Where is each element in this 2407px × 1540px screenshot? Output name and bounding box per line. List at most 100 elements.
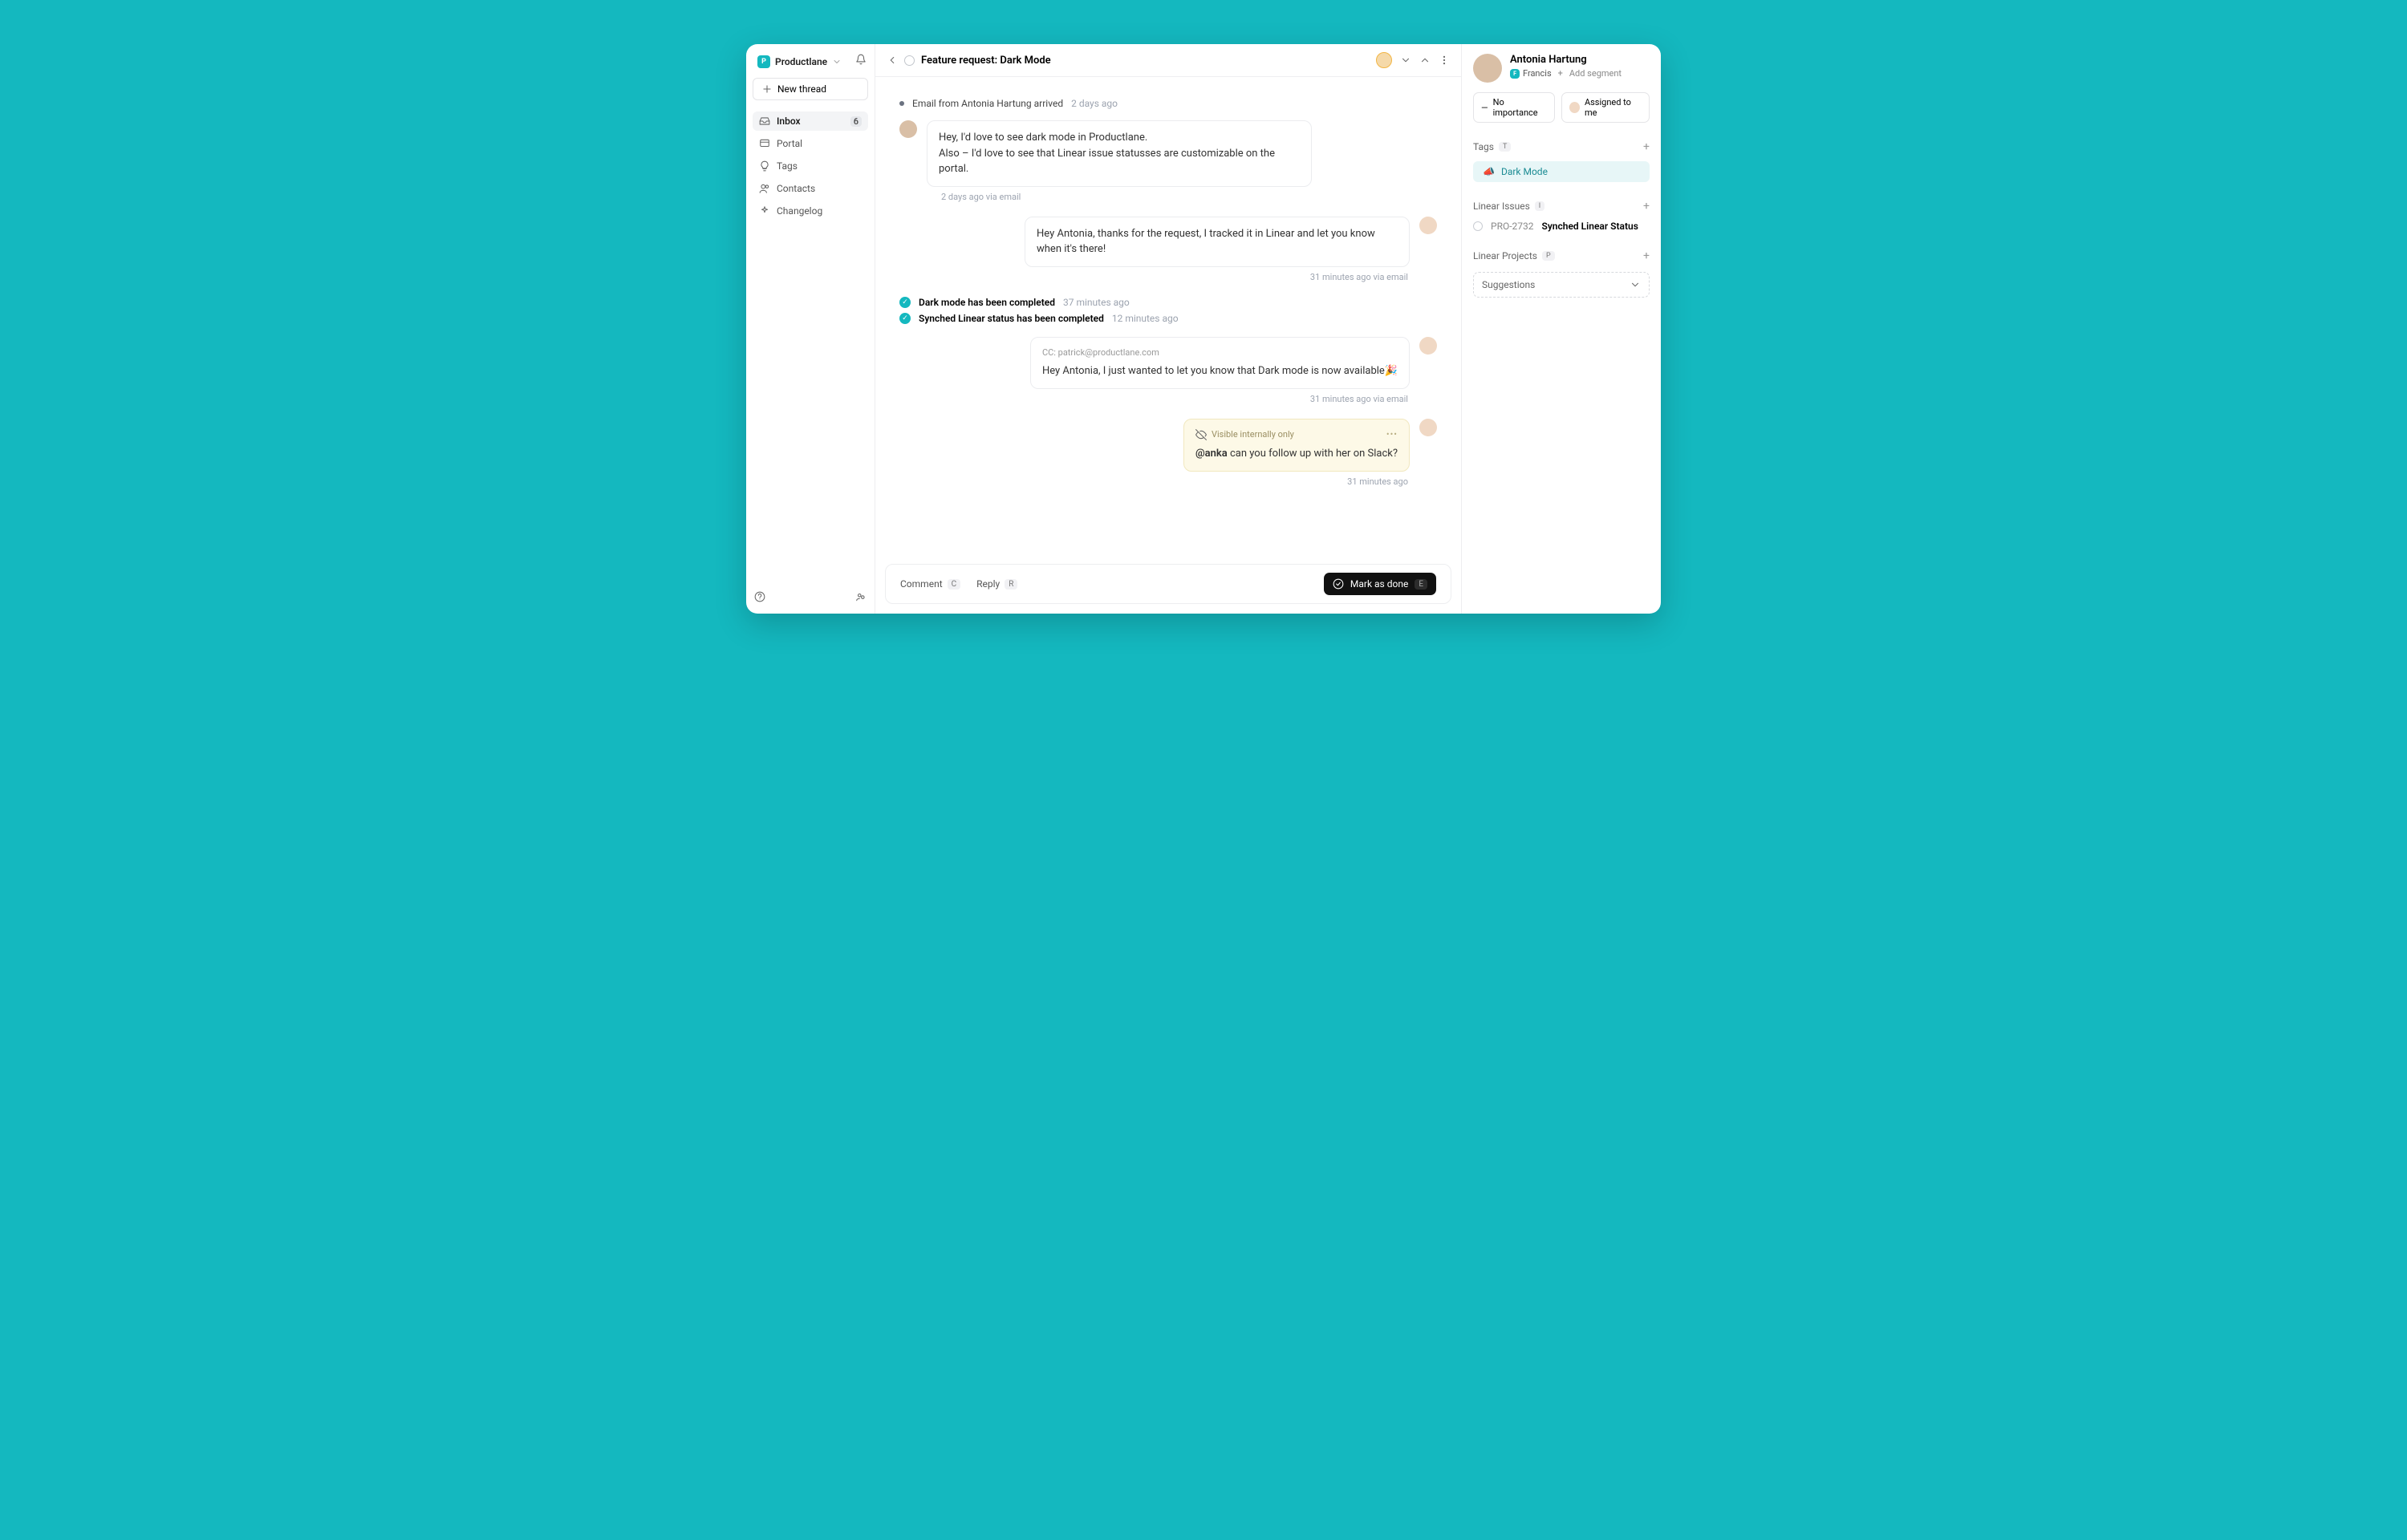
button-label: Mark as done	[1350, 578, 1408, 590]
issue-name: Synched Linear Status	[1542, 221, 1638, 232]
agent-avatar	[1419, 337, 1437, 355]
sidebar-item-contacts[interactable]: Contacts	[753, 179, 868, 198]
assigned-pill[interactable]: Assigned to me	[1561, 92, 1650, 123]
comment-tab[interactable]: Comment C	[900, 578, 960, 590]
issue-id: PRO-2732	[1491, 221, 1534, 232]
new-thread-label: New thread	[777, 83, 826, 95]
add-tag-button[interactable]: +	[1643, 140, 1650, 153]
add-project-button[interactable]: +	[1643, 249, 1650, 262]
new-thread-button[interactable]: New thread	[753, 78, 868, 100]
pill-label: Assigned to me	[1585, 97, 1642, 118]
completion-event: ✓ Synched Linear status has been complet…	[899, 313, 1437, 324]
nav-label: Inbox	[777, 116, 801, 127]
chevron-down-icon[interactable]	[1400, 55, 1411, 66]
check-circle-icon	[1333, 578, 1344, 590]
message-line: Also – I'd love to see that Linear issue…	[939, 146, 1300, 177]
suggestions-label: Suggestions	[1482, 279, 1535, 290]
mention[interactable]: @anka	[1195, 448, 1228, 460]
message-line: can you follow up with her on Slack?	[1228, 448, 1398, 460]
sidebar-item-changelog[interactable]: Changelog	[753, 201, 868, 221]
bell-icon[interactable]	[855, 54, 867, 65]
linear-issue-row[interactable]: PRO-2732 Synched Linear Status	[1473, 221, 1650, 232]
sidebar-item-tags[interactable]: Tags	[753, 156, 868, 176]
chevron-down-icon	[1630, 279, 1641, 290]
check-icon: ✓	[899, 297, 911, 308]
message-bubble: CC: patrick@productlane.com Hey Antonia,…	[1030, 337, 1410, 389]
kbd: R	[1005, 579, 1017, 590]
back-icon[interactable]	[887, 55, 898, 66]
plus-icon: +	[1558, 68, 1563, 79]
nav-label: Contacts	[777, 183, 815, 194]
kbd: C	[948, 579, 961, 590]
reply-tab[interactable]: Reply R	[976, 578, 1017, 590]
inbox-count: 6	[850, 116, 862, 127]
tab-label: Reply	[976, 578, 1000, 590]
composer-footer: Comment C Reply R Mark as done E	[885, 564, 1451, 604]
cc-line: CC: patrick@productlane.com	[1042, 346, 1398, 360]
nav-label: Changelog	[777, 205, 822, 217]
inbox-icon	[759, 116, 770, 127]
plus-icon	[761, 83, 773, 95]
avatar-icon	[1569, 102, 1580, 113]
importance-pill[interactable]: — No importance	[1473, 92, 1555, 123]
completion-ts: 37 minutes ago	[1063, 297, 1130, 308]
section-label: Tags	[1473, 141, 1494, 152]
eye-off-icon	[1195, 429, 1207, 440]
section-label: Linear Issues	[1473, 201, 1530, 212]
tag-label: Dark Mode	[1501, 166, 1548, 177]
message-bubble: Hey Antonia, thanks for the request, I t…	[1025, 217, 1410, 267]
pill-label: No importance	[1493, 97, 1547, 118]
add-segment[interactable]: Add segment	[1569, 68, 1622, 79]
status-circle-icon[interactable]	[904, 55, 915, 66]
chevron-down-icon	[832, 57, 842, 67]
message-line: Hey Antonia, I just wanted to let you kn…	[1042, 365, 1398, 377]
agent-avatar	[1419, 217, 1437, 234]
kbd: P	[1542, 251, 1555, 261]
sidebar-item-inbox[interactable]: Inbox 6	[753, 111, 868, 131]
kbd: T	[1499, 142, 1511, 152]
mark-done-button[interactable]: Mark as done E	[1324, 573, 1436, 595]
system-ts: 2 days ago	[1071, 98, 1118, 109]
completion-text: Synched Linear status has been completed	[919, 313, 1104, 324]
section-label: Linear Projects	[1473, 250, 1537, 261]
completion-ts: 12 minutes ago	[1112, 313, 1179, 324]
tab-label: Comment	[900, 578, 943, 590]
issue-status-icon	[1473, 221, 1483, 231]
main-column: Feature request: Dark Mode Email from An…	[875, 44, 1462, 614]
sidebar-item-portal[interactable]: Portal	[753, 134, 868, 153]
users-icon	[759, 183, 770, 194]
assignee-avatar[interactable]	[1376, 52, 1392, 68]
system-event: Email from Antonia Hartung arrived 2 day…	[899, 98, 1437, 109]
bulb-icon	[759, 160, 770, 172]
sidebar: P Productlane New thread Inbox 6 Portal …	[746, 44, 875, 614]
dot-icon	[899, 101, 904, 106]
portal-icon	[759, 138, 770, 149]
agent-avatar	[1419, 419, 1437, 436]
more-icon[interactable]	[1439, 55, 1450, 66]
nav-label: Portal	[777, 138, 802, 149]
check-icon: ✓	[899, 313, 911, 324]
team-icon[interactable]	[855, 591, 867, 602]
company-name: Francis	[1523, 68, 1552, 79]
note-more-icon[interactable]: •••	[1386, 428, 1398, 442]
internal-note: Visible internally only ••• @anka can yo…	[1183, 419, 1410, 472]
suggestions-dropdown[interactable]: Suggestions	[1473, 272, 1650, 298]
chevron-up-icon[interactable]	[1419, 55, 1431, 66]
message-line: Hey, I'd love to see dark mode in Produc…	[939, 130, 1300, 146]
add-issue-button[interactable]: +	[1643, 200, 1650, 213]
kbd: I	[1535, 201, 1544, 211]
workspace-switcher[interactable]: P Productlane	[753, 52, 868, 71]
thread-title: Feature request: Dark Mode	[921, 55, 1051, 67]
message-bubble: Hey, I'd love to see dark mode in Produc…	[927, 120, 1312, 187]
help-icon[interactable]	[754, 591, 765, 602]
right-panel: Antonia Hartung FFrancis + Add segment —…	[1462, 44, 1661, 614]
tag-chip[interactable]: 📣 Dark Mode	[1473, 161, 1650, 182]
internal-badge: Visible internally only	[1212, 428, 1294, 442]
minus-icon: —	[1481, 103, 1488, 113]
topbar: Feature request: Dark Mode	[875, 44, 1461, 77]
message-meta: 2 days ago via email	[941, 192, 1437, 202]
company-logo-icon: F	[1510, 69, 1520, 79]
system-text: Email from Antonia Hartung arrived	[912, 98, 1063, 109]
company-chip[interactable]: FFrancis	[1510, 68, 1552, 79]
message-meta: 31 minutes ago	[899, 476, 1408, 487]
